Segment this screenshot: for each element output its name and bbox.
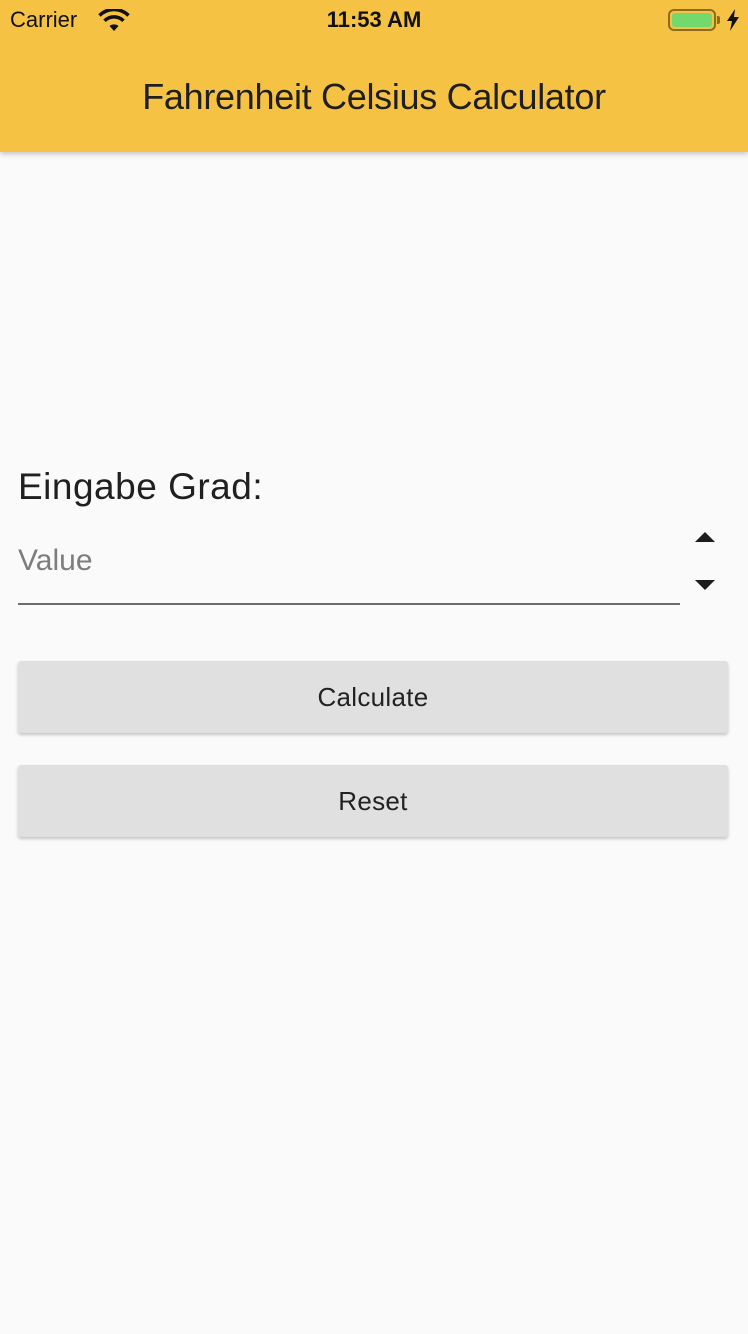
calculate-button[interactable]: Calculate [18, 661, 728, 733]
app-title: Fahrenheit Celsius Calculator [142, 76, 606, 117]
stepper-increment-button[interactable] [690, 522, 720, 552]
battery-level [672, 13, 712, 27]
reset-button[interactable]: Reset [18, 765, 728, 837]
degree-input[interactable] [18, 536, 680, 586]
arrow-up-icon [695, 532, 715, 542]
stepper-decrement-button[interactable] [690, 570, 720, 600]
value-stepper [690, 522, 720, 602]
bolt-icon [727, 9, 739, 31]
status-time: 11:53 AM [326, 7, 422, 32]
battery-icon [668, 9, 716, 31]
status-bar: Carrier 11:53 AM [0, 0, 748, 40]
battery-tip [717, 16, 720, 24]
app-header: Carrier 11:53 AM Fahrenheit Celsius Calc… [0, 0, 748, 152]
input-underline [18, 603, 680, 605]
input-label: Eingabe Grad: [18, 466, 264, 507]
arrow-down-icon [695, 580, 715, 590]
